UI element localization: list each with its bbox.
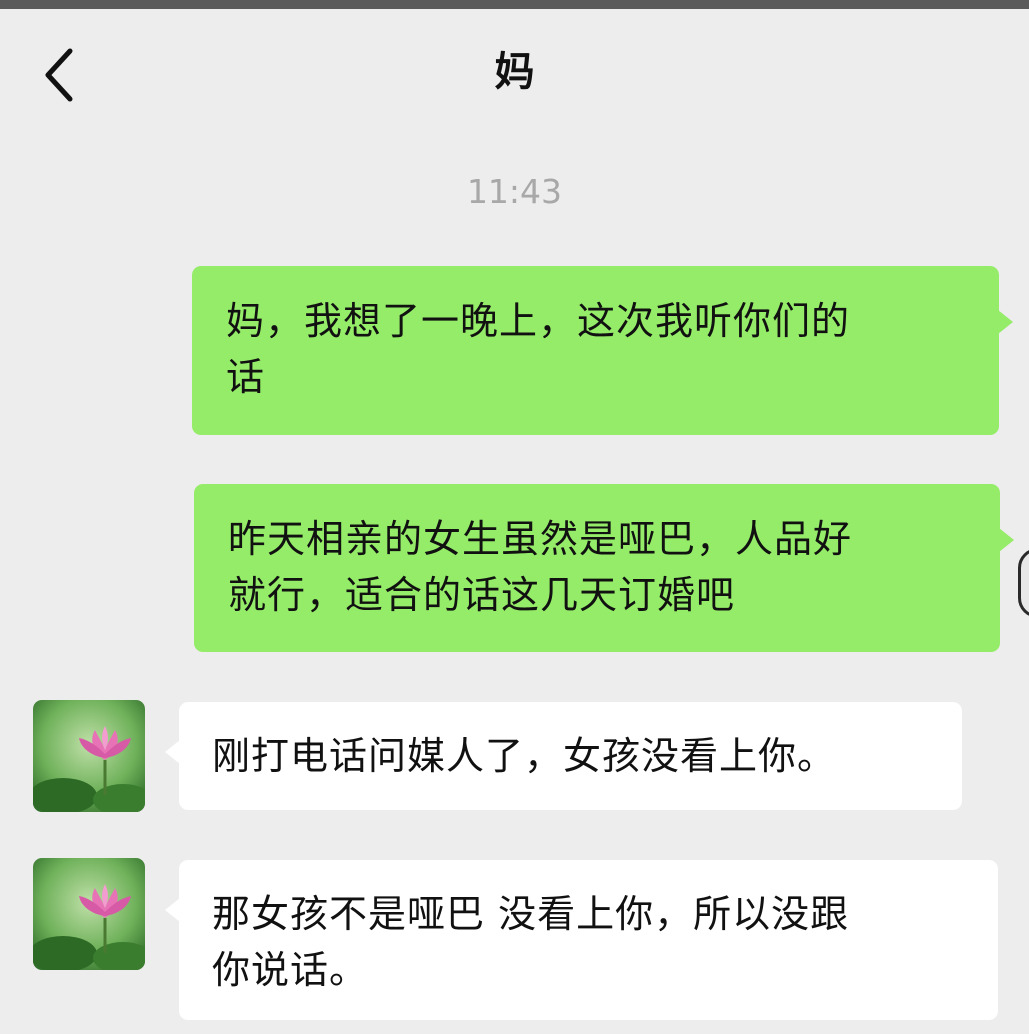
- sent-message-bubble[interactable]: 昨天相亲的女生虽然是哑巴，人品好 就行，适合的话这几天订婚吧: [194, 484, 1014, 652]
- message-line: 妈，我想了一晚上，这次我听你们的: [226, 299, 851, 343]
- self-avatar[interactable]: [1018, 548, 1029, 618]
- received-message-bubble[interactable]: 那女孩不是哑巴 没看上你，所以没跟 你说话。: [165, 860, 998, 1020]
- status-strip: [0, 0, 1029, 9]
- message-line: 昨天相亲的女生虽然是哑巴，人品好: [228, 517, 853, 561]
- chat-header: 妈: [0, 9, 1029, 129]
- chat-title: 妈: [494, 49, 535, 95]
- message-line: 就行，适合的话这几天订婚吧: [228, 573, 736, 617]
- message-line: 话: [226, 355, 266, 399]
- lotus-avatar[interactable]: [33, 858, 145, 970]
- message-line: 那女孩不是哑巴 没看上你，所以没跟: [212, 892, 850, 936]
- lotus-avatar[interactable]: [33, 700, 145, 812]
- received-message-bubble[interactable]: 刚打电话问媒人了，女孩没看上你。: [165, 702, 962, 810]
- message-line: 刚打电话问媒人了，女孩没看上你。: [212, 734, 837, 778]
- message-timestamp: 11:43: [466, 172, 563, 211]
- sent-message-bubble[interactable]: 妈，我想了一晚上，这次我听你们的 话: [192, 266, 1013, 435]
- message-line: 你说话。: [212, 948, 369, 992]
